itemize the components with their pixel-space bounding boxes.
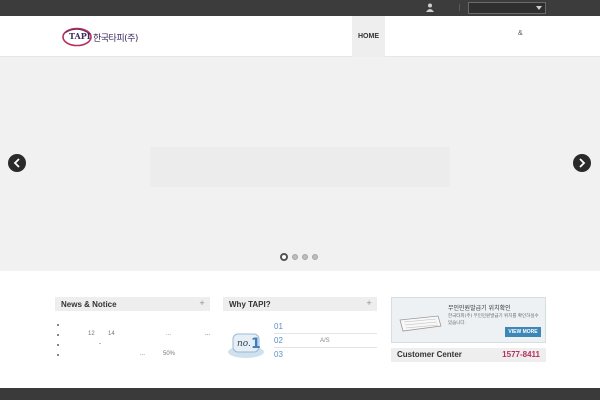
kiosk-location-banner[interactable]: 무인민원발급기 위치확인 한국타피(주) 무인민원발급기 위치를 확인하실수 있… [391, 297, 546, 343]
bullet-icon [57, 354, 59, 356]
chevron-left-icon [13, 158, 20, 168]
news-item-mark [99, 343, 101, 344]
slide-background-image [150, 147, 450, 187]
nav-item-home[interactable]: HOME [352, 16, 385, 57]
why-panel-header: Why TAPI? + [223, 297, 377, 311]
news-more-button[interactable]: + [199, 299, 205, 307]
list-item[interactable] [55, 341, 210, 351]
bullet-icon [57, 334, 59, 336]
why-item-number: 03 [274, 350, 283, 359]
list-item[interactable]: ... 50% [55, 351, 210, 361]
customer-center-label: Customer Center [397, 350, 462, 359]
logo-company-name: 한국타피(주) [93, 33, 138, 44]
news-panel-header: News & Notice + [55, 297, 210, 311]
news-item-percent: 50% [163, 351, 176, 357]
slider-pagination [280, 253, 318, 261]
why-more-button[interactable]: + [366, 299, 372, 307]
slider-dot-3[interactable] [302, 254, 308, 260]
site-header: TAPI 한국타피(주) HOME & [0, 16, 600, 57]
slider-dot-1[interactable] [280, 253, 288, 261]
why-item-3[interactable]: 03 [274, 348, 377, 362]
kiosk-description: 한국타피(주) 무인민원발급기 위치를 확인하실수 있습니다. [448, 314, 539, 326]
top-utility-bar [0, 0, 600, 16]
why-item-text: A/S [320, 338, 330, 344]
svg-text:no.: no. [237, 339, 251, 349]
topbar-separator [459, 4, 460, 11]
list-item[interactable] [55, 321, 210, 331]
slider-next-button[interactable] [573, 154, 591, 172]
logo[interactable]: TAPI 한국타피(주) [62, 26, 138, 48]
nav-item-amp[interactable]: & [518, 30, 523, 37]
bullet-icon [57, 324, 59, 326]
news-item-ellipsis: ... [140, 351, 146, 357]
why-item-number: 02 [274, 336, 283, 345]
list-item[interactable]: 12 14 ... ... [55, 331, 210, 341]
why-item-2[interactable]: 02 A/S [274, 334, 377, 348]
site-footer [0, 388, 600, 400]
kiosk-keyboard-icon [399, 315, 442, 332]
news-item-text-a: 12 [88, 331, 95, 337]
view-more-button[interactable]: VIEW MORE [505, 327, 541, 337]
news-list: 12 14 ... ... ... 50% [55, 321, 210, 361]
chevron-down-icon [536, 6, 542, 10]
slider-prev-button[interactable] [8, 154, 26, 172]
logo-mark-text: TAPI [69, 31, 91, 41]
bullet-icon [57, 344, 59, 346]
hero-slider [0, 57, 600, 271]
user-icon[interactable] [426, 3, 434, 12]
language-select[interactable] [468, 2, 546, 14]
why-item-number: 01 [274, 322, 283, 331]
customer-center-phone[interactable]: 1577-8411 [502, 350, 540, 359]
news-item-date: ... [205, 331, 211, 337]
why-item-1[interactable]: 01 [274, 320, 377, 334]
kiosk-title: 무인민원발급기 위치확인 [448, 305, 511, 312]
news-item-ellipsis: ... [166, 331, 172, 337]
why-panel-title: Why TAPI? [229, 299, 271, 309]
chevron-right-icon [579, 158, 586, 168]
customer-center-bar: Customer Center 1577-8411 [391, 348, 546, 362]
svg-text:1: 1 [251, 336, 261, 352]
news-item-text-b: 14 [108, 331, 115, 337]
slider-dot-4[interactable] [312, 254, 318, 260]
slider-dot-2[interactable] [292, 254, 298, 260]
no1-trophy-icon: no. 1 [228, 333, 264, 358]
news-panel-title: News & Notice [61, 299, 117, 309]
